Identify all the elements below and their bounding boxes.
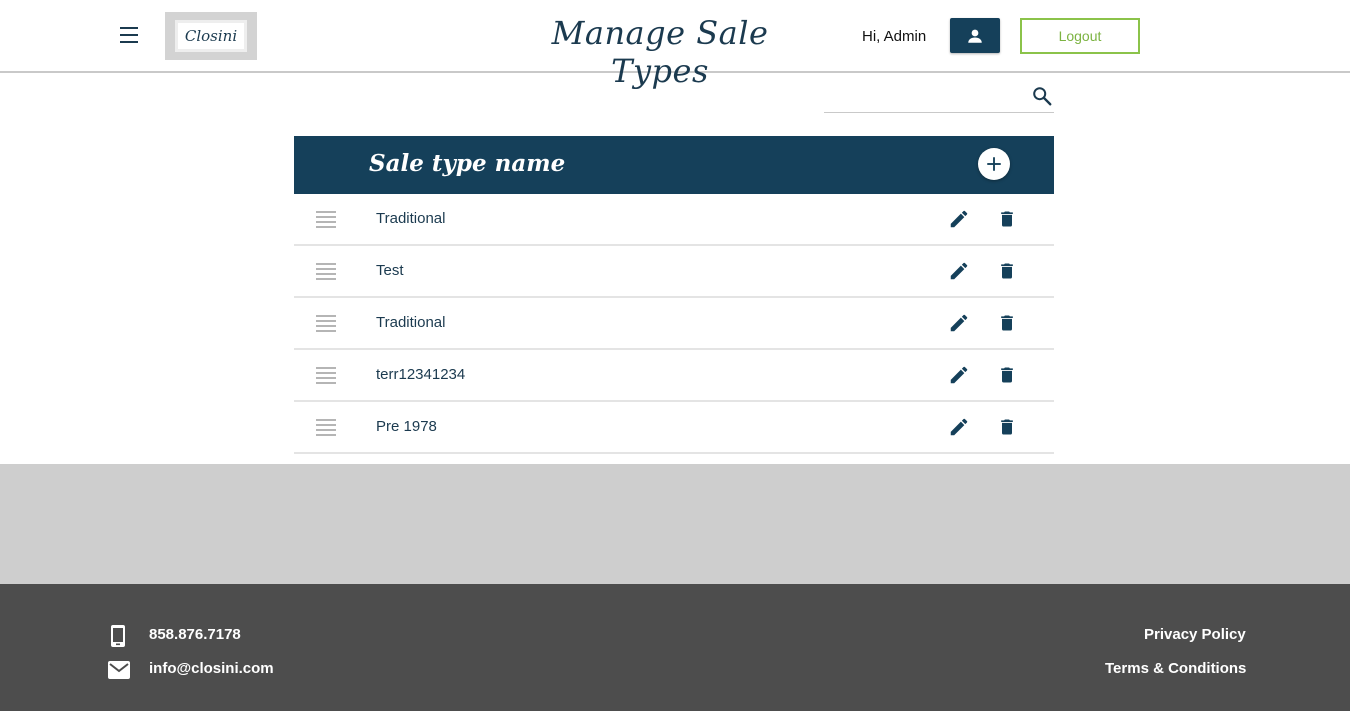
logo[interactable]: Closini [165,12,257,60]
trash-icon[interactable] [997,208,1017,230]
mail-icon [108,661,130,679]
search-icon[interactable] [1031,85,1053,107]
sale-types-table: Sale type name Traditional Test Traditio… [294,136,1054,454]
sale-type-label: Test [376,262,404,279]
drag-handle-icon[interactable] [316,263,336,280]
table-row: Traditional [294,298,1054,350]
pencil-icon[interactable] [948,260,970,282]
sale-type-label: terr12341234 [376,366,466,383]
table-row: terr12341234 [294,350,1054,402]
pencil-icon[interactable] [948,364,970,386]
user-greeting: Hi, Admin [862,28,927,45]
sale-type-label: Traditional [376,210,446,227]
hamburger-menu-icon[interactable] [118,27,142,45]
table-row: Test [294,246,1054,298]
trash-icon[interactable] [997,260,1017,282]
page-footer: 858.876.7178 info@closini.com Privacy Po… [0,584,1350,711]
pencil-icon[interactable] [948,416,970,438]
page-title: Manage Sale Types [551,14,769,90]
footer-phone[interactable]: 858.876.7178 [149,626,241,643]
column-title: Sale type name [369,150,566,177]
footer-email[interactable]: info@closini.com [149,660,274,677]
sale-type-label: Traditional [376,314,446,331]
pencil-icon[interactable] [948,312,970,334]
phone-icon [111,625,125,647]
privacy-policy-link[interactable]: Privacy Policy [1144,626,1246,643]
content-spacer [0,464,1350,584]
app-header: Closini Manage Sale Types Hi, Admin Logo… [0,0,1350,90]
add-sale-type-button[interactable] [978,148,1010,180]
plus-icon [987,157,1001,171]
table-header: Sale type name [294,136,1054,194]
drag-handle-icon[interactable] [316,211,336,228]
drag-handle-icon[interactable] [316,315,336,332]
trash-icon[interactable] [997,416,1017,438]
drag-handle-icon[interactable] [316,419,336,436]
search-input[interactable] [824,86,1024,110]
logout-button[interactable]: Logout [1020,18,1140,54]
terms-conditions-link[interactable]: Terms & Conditions [1105,660,1246,677]
pencil-icon[interactable] [948,208,970,230]
logo-text: Closini [175,20,247,52]
trash-icon[interactable] [997,364,1017,386]
search-box [824,82,1054,113]
table-row: Traditional [294,194,1054,246]
profile-button[interactable] [950,18,1000,53]
table-row: Pre 1978 [294,402,1054,454]
person-icon [968,29,982,43]
trash-icon[interactable] [997,312,1017,334]
sale-type-label: Pre 1978 [376,418,437,435]
drag-handle-icon[interactable] [316,367,336,384]
